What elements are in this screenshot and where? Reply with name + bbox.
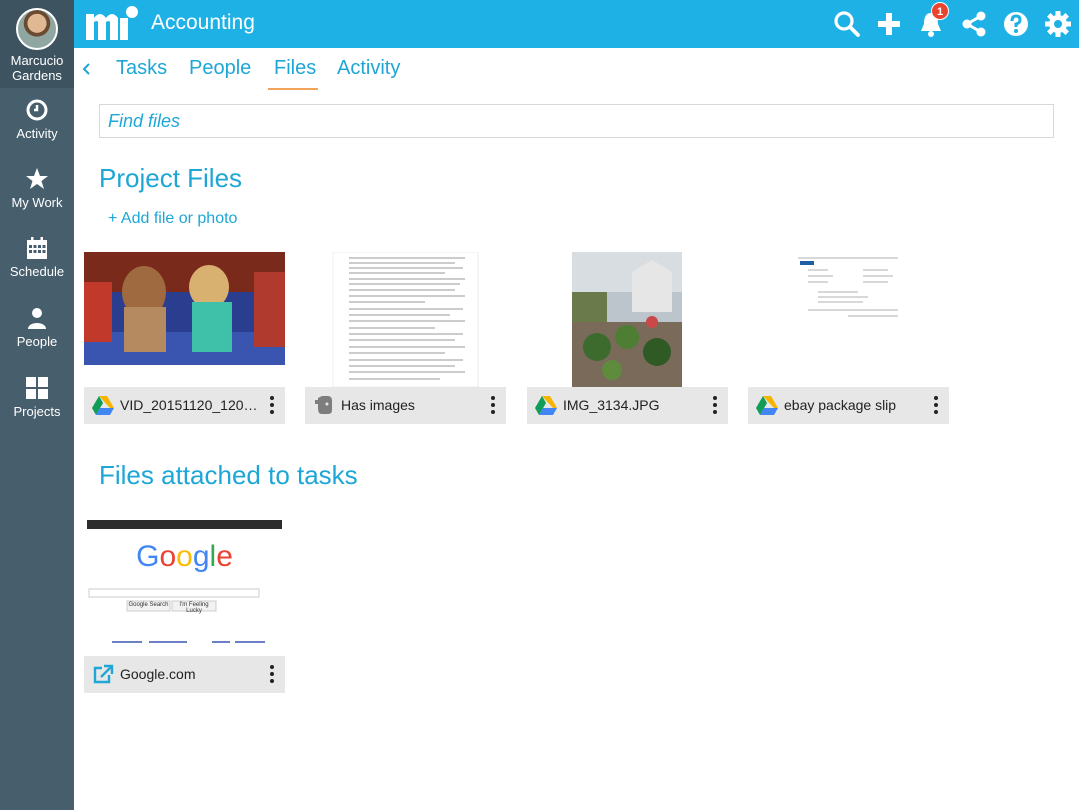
sidebar-item-schedule[interactable]: Schedule	[0, 236, 74, 302]
google-drive-icon	[756, 396, 778, 415]
person-icon	[28, 308, 46, 329]
add-file-link[interactable]: + Add file or photo	[108, 210, 237, 228]
help-icon[interactable]	[1002, 10, 1030, 38]
back-chevron-icon[interactable]	[80, 58, 92, 80]
more-options-icon[interactable]	[490, 396, 496, 416]
more-options-icon[interactable]	[712, 396, 718, 416]
feeling-lucky-button: I'm Feeling Lucky	[179, 602, 209, 614]
file-bar[interactable]: Has images	[305, 387, 506, 424]
document-thumbnail[interactable]	[305, 252, 506, 387]
find-files-input[interactable]	[99, 104, 1054, 138]
notification-badge[interactable]: 1	[931, 2, 949, 20]
sidebar-item-label: Schedule	[9, 264, 65, 279]
active-tab-indicator	[268, 88, 318, 90]
file-name: Google.com	[120, 666, 196, 682]
user-profile[interactable]: Marcucio Gardens	[0, 0, 74, 88]
tab-files[interactable]: Files	[274, 57, 316, 80]
more-options-icon[interactable]	[933, 396, 939, 416]
tab-people[interactable]: People	[189, 57, 251, 80]
video-thumbnail[interactable]	[84, 252, 285, 365]
more-options-icon[interactable]	[269, 396, 275, 416]
sidebar-item-label: Activity	[16, 126, 58, 141]
file-name: IMG_3134.JPG	[563, 397, 660, 413]
tab-tasks[interactable]: Tasks	[116, 57, 167, 80]
user-name: Marcucio Gardens	[10, 53, 64, 83]
sidebar-item-label: My Work	[11, 195, 63, 210]
google-drive-icon	[92, 396, 114, 415]
more-options-icon[interactable]	[269, 665, 275, 685]
file-name: ebay package slip	[784, 397, 897, 413]
sidebar-item-my-work[interactable]: My Work	[0, 167, 74, 233]
avatar[interactable]	[16, 8, 58, 50]
app-logo[interactable]	[84, 4, 140, 42]
sidebar-item-people[interactable]: People	[0, 306, 74, 372]
photo-thumbnail[interactable]	[527, 252, 728, 387]
project-files-heading: Project Files	[99, 163, 243, 193]
file-name: Has images	[341, 397, 415, 413]
evernote-icon	[315, 396, 332, 414]
document-thumbnail[interactable]	[748, 252, 949, 387]
sidebar: Marcucio Gardens Activity My Work Schedu…	[0, 0, 74, 810]
task-files-heading: Files attached to tasks	[99, 460, 358, 490]
google-search-button: Google Search	[128, 602, 169, 608]
app-title: Accounting	[151, 11, 255, 34]
file-bar[interactable]: VID_20151120_1206…	[84, 387, 285, 424]
file-bar[interactable]: IMG_3134.JPG	[527, 387, 728, 424]
sidebar-item-label: Projects	[13, 404, 61, 419]
google-logo: Google	[136, 540, 233, 573]
app-root: Marcucio Gardens Activity My Work Schedu…	[0, 0, 1079, 810]
sidebar-item-projects[interactable]: Projects	[0, 376, 74, 442]
star-icon	[26, 168, 48, 189]
sidebar-item-activity[interactable]: Activity	[0, 98, 74, 164]
clock-icon	[26, 99, 48, 121]
sidebar-item-label: People	[16, 334, 58, 349]
share-icon[interactable]	[960, 10, 988, 38]
external-link-icon	[93, 664, 114, 684]
file-bar[interactable]: ebay package slip	[748, 387, 949, 424]
calendar-icon	[27, 237, 47, 259]
file-name: VID_20151120_1206…	[120, 397, 260, 413]
search-icon[interactable]	[833, 10, 861, 38]
grid-icon	[26, 377, 48, 399]
file-bar[interactable]: Google.com	[84, 656, 285, 693]
webpage-thumbnail[interactable]: Google Google Search I'm Feeling Lucky	[84, 520, 285, 656]
plus-icon[interactable]	[875, 10, 903, 38]
top-bar: Accounting 1	[74, 0, 1079, 48]
google-drive-icon	[535, 396, 557, 415]
tab-activity[interactable]: Activity	[337, 57, 400, 80]
gear-icon[interactable]	[1044, 10, 1072, 38]
